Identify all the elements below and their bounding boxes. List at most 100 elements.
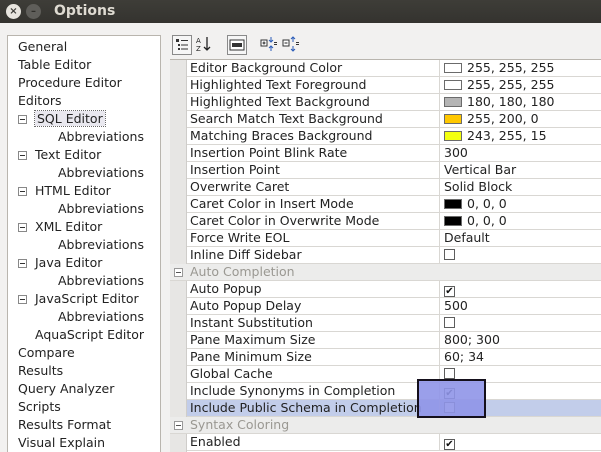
tree-item[interactable]: SQL Editor	[18, 110, 106, 128]
property-row[interactable]: Auto Popup Delay 500	[187, 298, 601, 315]
property-value[interactable]: 800; 300	[441, 332, 601, 348]
property-row[interactable]: Caret Color in Insert Mode 0, 0, 0	[187, 196, 601, 213]
tree-item[interactable]: Abbreviations	[58, 128, 144, 146]
tree-item[interactable]: Text Editor	[18, 146, 101, 164]
tree-item[interactable]: Java Editor	[18, 254, 102, 272]
tree-item[interactable]: Query Analyzer	[18, 380, 114, 398]
property-value[interactable]: 255, 255, 255	[441, 77, 601, 93]
property-row[interactable]: Editor Background Color 255, 255, 255	[187, 60, 601, 77]
options-tree[interactable]: General Table Editor Procedure Editor Edito…	[7, 35, 161, 452]
property-value[interactable]: 500	[441, 298, 601, 314]
property-row[interactable]: Insertion Point Blink Rate 300	[187, 145, 601, 162]
color-swatch[interactable]	[444, 131, 462, 141]
property-row[interactable]: Search Match Text Background 255, 200, 0	[187, 111, 601, 128]
tree-item[interactable]: Editors	[18, 92, 62, 110]
color-swatch[interactable]	[444, 63, 462, 73]
collapse-icon[interactable]	[18, 187, 27, 196]
color-value: 255, 255, 255	[467, 77, 555, 92]
categorized-view-icon[interactable]	[172, 35, 192, 55]
tree-item[interactable]: Scripts	[18, 398, 61, 416]
collapse-icon[interactable]	[174, 421, 183, 430]
property-value[interactable]: 180, 180, 180	[441, 94, 601, 110]
property-value[interactable]: 300	[441, 145, 601, 161]
collapse-all-icon[interactable]	[282, 35, 302, 55]
color-swatch[interactable]	[444, 80, 462, 90]
property-row[interactable]: Instant Substitution	[187, 315, 601, 332]
checkbox[interactable]: ✔	[444, 439, 455, 450]
property-value[interactable]: ✔	[441, 434, 601, 450]
property-value[interactable]: ✔	[441, 281, 601, 297]
property-pages-icon[interactable]	[227, 35, 247, 55]
tree-item[interactable]: XML Editor	[18, 218, 102, 236]
property-name: Inline Diff Sidebar	[187, 247, 440, 263]
tree-item[interactable]: HTML Editor	[18, 182, 111, 200]
tree-item[interactable]: Results	[18, 362, 63, 380]
property-value[interactable]: Default	[441, 230, 601, 246]
property-row[interactable]: Global Cache	[187, 366, 601, 383]
property-row[interactable]: Caret Color in Overwrite Mode 0, 0, 0	[187, 213, 601, 230]
tree-item[interactable]: Abbreviations	[58, 308, 144, 326]
collapse-icon[interactable]	[18, 151, 27, 160]
property-value[interactable]: 255, 200, 0	[441, 111, 601, 127]
tree-item[interactable]: Abbreviations	[58, 236, 144, 254]
property-name: Matching Braces Background	[187, 128, 440, 144]
property-value[interactable]	[441, 315, 601, 331]
tree-item[interactable]: Procedure Editor	[18, 74, 122, 92]
color-swatch[interactable]	[444, 199, 462, 209]
property-value[interactable]: 243, 255, 15	[441, 128, 601, 144]
collapse-icon[interactable]	[18, 259, 27, 268]
property-value[interactable]: 0, 0, 0	[441, 213, 601, 229]
property-row[interactable]: Auto Popup ✔	[187, 281, 601, 298]
tree-item[interactable]: Visual Explain	[18, 434, 105, 452]
property-row[interactable]: Highlighted Text Foreground 255, 255, 255	[187, 77, 601, 94]
color-value: 0, 0, 0	[467, 196, 507, 211]
property-grid[interactable]: Editor Background Color 255, 255, 255 High…	[170, 59, 601, 452]
tree-item[interactable]: General	[18, 38, 67, 56]
property-value[interactable]: 255, 255, 255	[441, 60, 601, 76]
property-value[interactable]	[441, 247, 601, 263]
close-icon[interactable]: ×	[6, 4, 21, 19]
property-row[interactable]: Force Write EOL Default	[187, 230, 601, 247]
property-row[interactable]: Inline Diff Sidebar	[187, 247, 601, 264]
property-value[interactable]: Solid Block	[441, 179, 601, 195]
tree-item[interactable]: Abbreviations	[58, 164, 144, 182]
property-row[interactable]: Matching Braces Background 243, 255, 15	[187, 128, 601, 145]
property-row[interactable]: Insertion Point Vertical Bar	[187, 162, 601, 179]
color-swatch[interactable]	[444, 97, 462, 107]
property-row[interactable]: Overwrite Caret Solid Block	[187, 179, 601, 196]
tree-item[interactable]: JavaScript Editor	[18, 290, 139, 308]
property-value[interactable]: 0, 0, 0	[441, 196, 601, 212]
property-row[interactable]: Pane Maximum Size 800; 300	[187, 332, 601, 349]
property-value[interactable]: Vertical Bar	[441, 162, 601, 178]
property-value[interactable]: 60; 34	[441, 349, 601, 365]
collapse-icon[interactable]	[174, 268, 183, 277]
property-row[interactable]: Enabled ✔	[187, 434, 601, 451]
property-row[interactable]: Include Synonyms in Completion✔	[187, 383, 601, 400]
checkbox[interactable]: ✔	[444, 286, 455, 297]
tree-item[interactable]: Table Editor	[18, 56, 91, 74]
category-row[interactable]: Syntax Coloring	[170, 417, 601, 434]
collapse-icon[interactable]	[18, 223, 27, 232]
color-swatch[interactable]	[444, 114, 462, 124]
checkbox[interactable]	[444, 368, 455, 379]
property-row[interactable]: Pane Minimum Size 60; 34	[187, 349, 601, 366]
tree-item[interactable]: Results Format	[18, 416, 111, 434]
tree-item-label: Abbreviations	[58, 237, 144, 252]
minimize-icon[interactable]: –	[26, 4, 41, 19]
property-row[interactable]: Include Public Schema in Completion	[187, 400, 601, 417]
color-swatch[interactable]	[444, 216, 462, 226]
property-row[interactable]: Highlighted Text Background 180, 180, 180	[187, 94, 601, 111]
tree-item[interactable]: Abbreviations	[58, 272, 144, 290]
tree-item-label: Compare	[18, 345, 75, 360]
tree-item[interactable]: Compare	[18, 344, 75, 362]
category-row[interactable]: Auto Completion	[170, 264, 601, 281]
tree-item[interactable]: Abbreviations	[58, 200, 144, 218]
tree-item[interactable]: AquaScript Editor	[18, 326, 144, 344]
collapse-icon[interactable]	[18, 295, 27, 304]
collapse-icon[interactable]	[18, 115, 27, 124]
sort-alphabetical-icon[interactable]: AZ	[195, 35, 215, 55]
checkbox[interactable]	[444, 317, 455, 328]
property-name: Overwrite Caret	[187, 179, 440, 195]
checkbox[interactable]	[444, 249, 455, 260]
expand-all-icon[interactable]	[260, 35, 280, 55]
